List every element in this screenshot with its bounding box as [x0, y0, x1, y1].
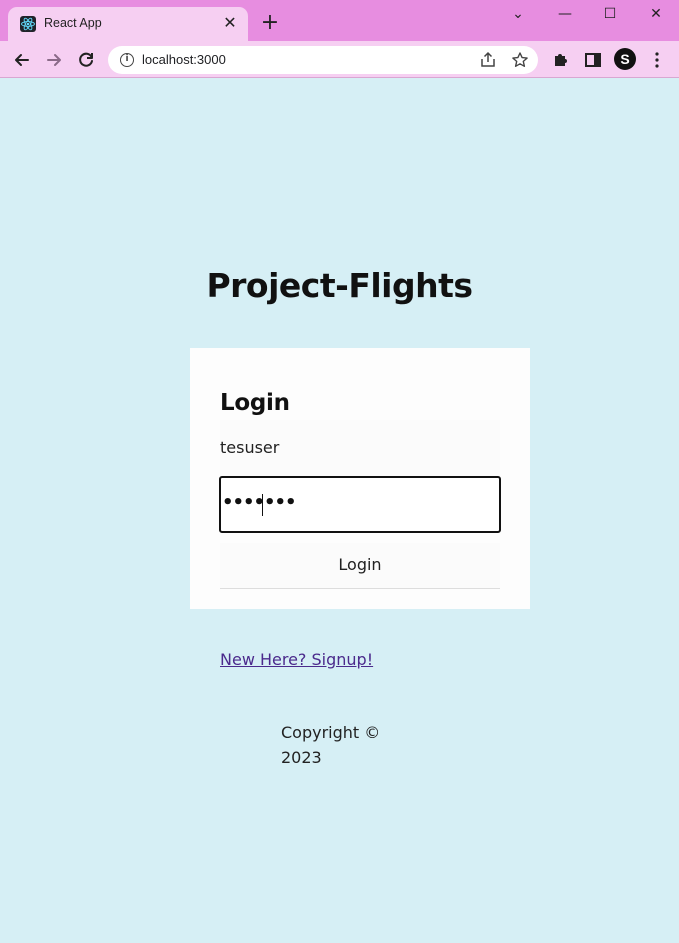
browser-tabstrip: React App ✕ + ⌄ — ☐ ✕	[0, 0, 679, 41]
bookmark-star-icon[interactable]	[510, 50, 530, 70]
copyright-line: Copyright ©	[281, 723, 381, 742]
site-info-icon[interactable]: i	[120, 53, 134, 67]
minimize-button[interactable]: —	[550, 4, 580, 24]
url-text[interactable]: localhost:3000	[142, 52, 226, 67]
back-arrow-icon[interactable]	[9, 47, 35, 73]
text-caret	[262, 494, 263, 516]
signup-link[interactable]: New Here? Signup!	[220, 650, 373, 669]
reload-icon[interactable]	[73, 47, 99, 73]
maximize-button[interactable]: ☐	[595, 4, 625, 24]
browser-tab[interactable]: React App ✕	[8, 7, 248, 41]
password-mask: •••••••	[222, 492, 297, 513]
address-bar[interactable]: i localhost:3000	[108, 46, 538, 74]
tab-search-chevron-icon[interactable]: ⌄	[503, 4, 533, 24]
copyright-year: 2023	[281, 748, 322, 767]
react-favicon-icon	[20, 16, 36, 32]
copyright-text: Copyright © 2023	[281, 720, 391, 770]
login-heading: Login	[220, 390, 290, 416]
password-field[interactable]: •••••••	[219, 476, 501, 533]
page-title: Project-Flights	[206, 266, 473, 305]
close-window-button[interactable]: ✕	[641, 4, 671, 24]
share-icon[interactable]	[478, 50, 498, 70]
new-tab-button[interactable]: +	[258, 11, 282, 35]
profile-avatar[interactable]: S	[614, 48, 636, 70]
extensions-puzzle-icon[interactable]	[549, 48, 573, 72]
browser-toolbar: i localhost:3000	[0, 41, 679, 78]
forward-arrow-icon[interactable]	[41, 47, 67, 73]
login-card: Login tesuser ••••••• Login	[190, 348, 530, 609]
login-button[interactable]: Login	[220, 543, 500, 589]
side-panel-icon[interactable]	[581, 48, 605, 72]
tab-title: React App	[44, 16, 102, 30]
browser-menu-icon[interactable]	[645, 48, 669, 72]
tab-close-icon[interactable]: ✕	[220, 13, 240, 33]
username-value[interactable]: tesuser	[220, 438, 279, 457]
